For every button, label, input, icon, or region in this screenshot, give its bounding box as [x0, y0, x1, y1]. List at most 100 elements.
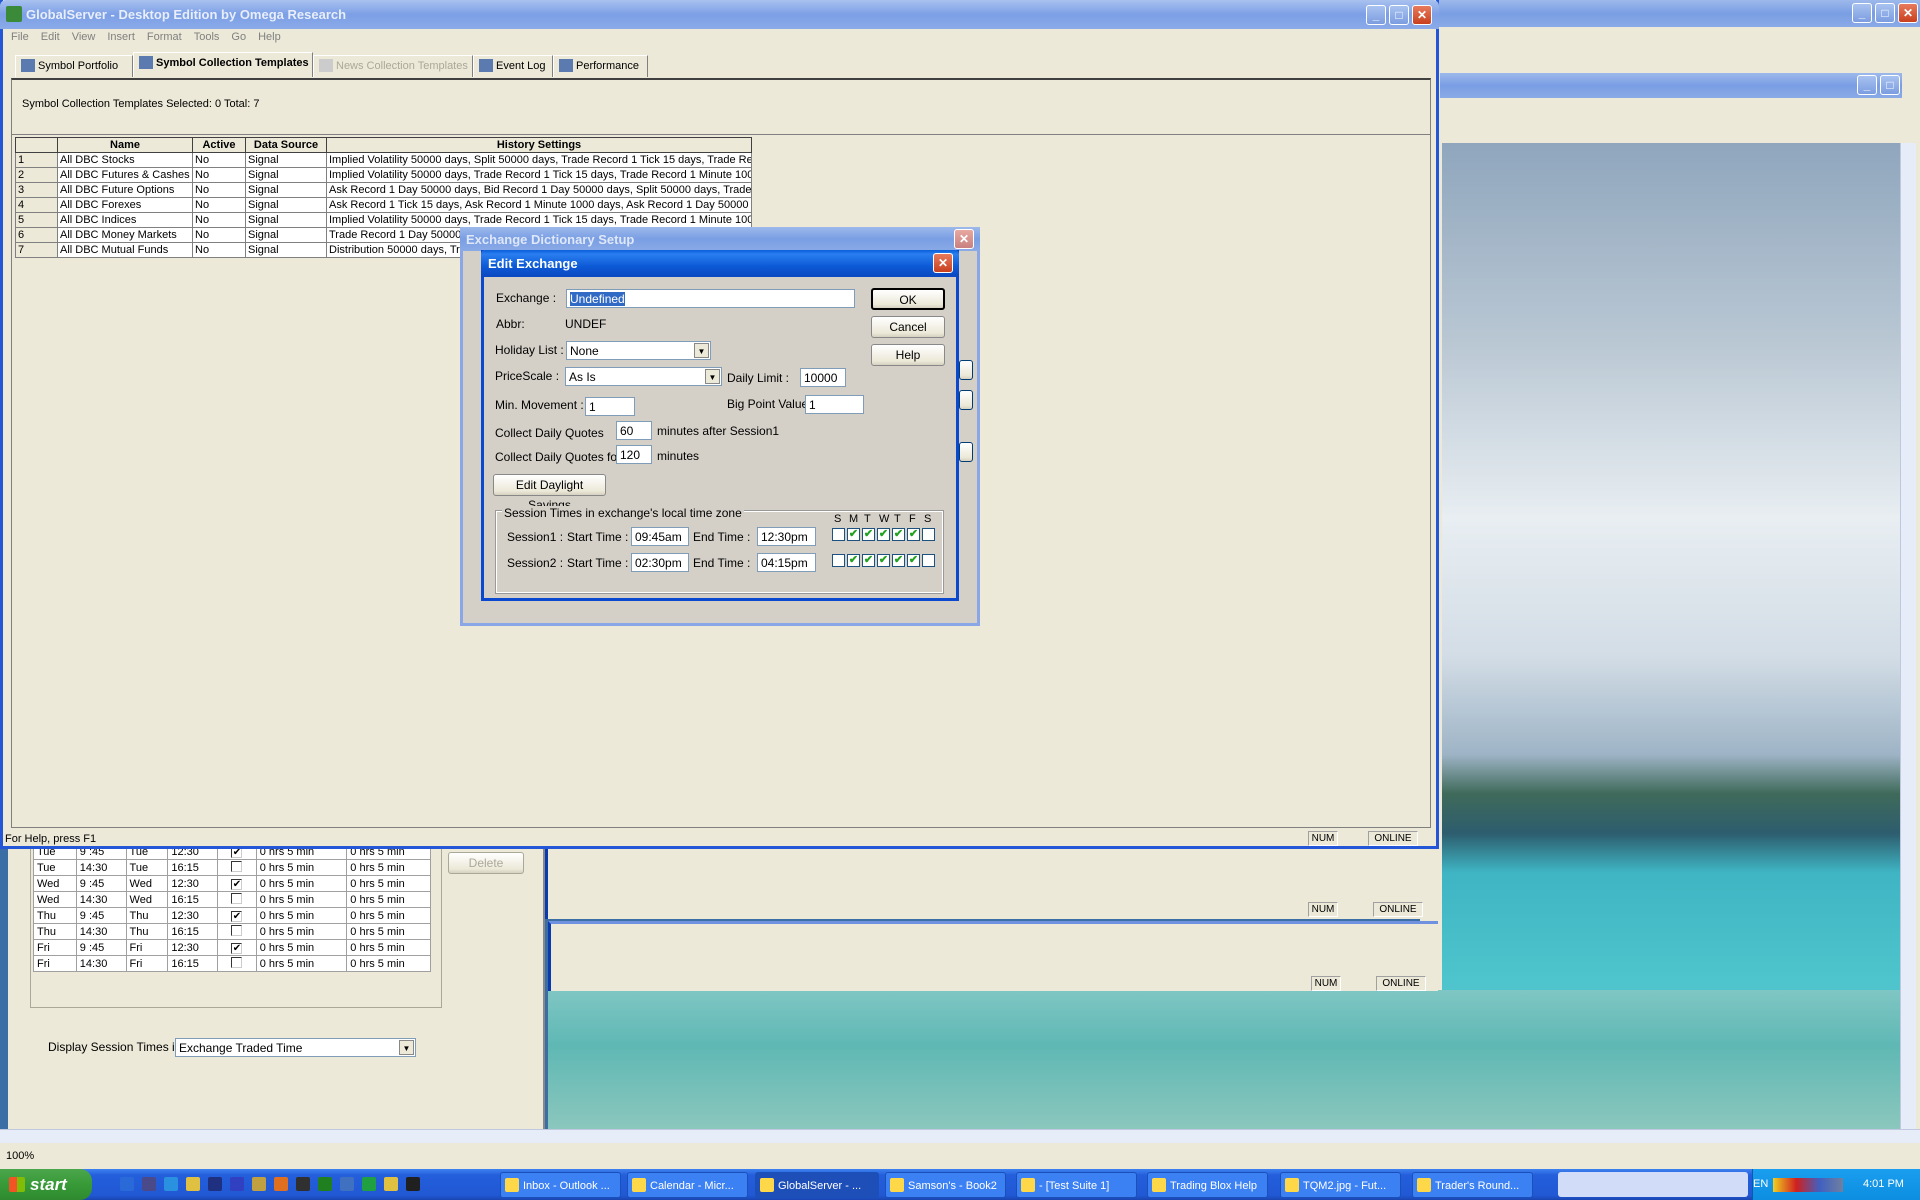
day-checkbox-checked[interactable]: ✔: [862, 554, 875, 567]
big-point-input[interactable]: 1: [805, 395, 864, 414]
day-checkbox-checked[interactable]: ✔: [907, 528, 920, 541]
tab-symbol-collection-templates[interactable]: Symbol Collection Templates: [133, 52, 313, 77]
quick-launch-icon[interactable]: [274, 1177, 288, 1191]
quick-launch-icon[interactable]: [318, 1177, 332, 1191]
minimize-icon[interactable]: _: [1857, 75, 1877, 95]
column-header[interactable]: [15, 137, 58, 153]
quick-launch-icon[interactable]: [340, 1177, 354, 1191]
taskbar-button[interactable]: Inbox - Outlook ...: [500, 1172, 621, 1198]
menu-view[interactable]: View: [72, 31, 96, 47]
quick-launch-icon[interactable]: [296, 1177, 310, 1191]
media-toolbar[interactable]: [1558, 1172, 1748, 1197]
min-movement-input[interactable]: 1: [585, 397, 635, 416]
day-checkbox-unchecked[interactable]: [922, 554, 935, 567]
collect-quotes-input[interactable]: 60: [616, 421, 652, 440]
menu-file[interactable]: File: [11, 31, 29, 47]
table-row[interactable]: 3 All DBC Future Options No Signal Ask Recor…: [15, 182, 752, 198]
daily-limit-label: Daily Limit :: [727, 371, 790, 385]
menu-format[interactable]: Format: [147, 31, 182, 47]
dict-button[interactable]: [959, 360, 973, 380]
day-checkbox-checked[interactable]: ✔: [847, 554, 860, 567]
table-row[interactable]: 2 All DBC Futures & Cashes No Signal Implied…: [15, 167, 752, 183]
day-checkbox-checked[interactable]: ✔: [877, 554, 890, 567]
tray-icons[interactable]: [1773, 1178, 1843, 1192]
delete-button[interactable]: Delete: [448, 852, 524, 874]
cancel-button[interactable]: Cancel: [871, 316, 945, 338]
day-checkbox-checked[interactable]: ✔: [892, 528, 905, 541]
quick-launch-icon[interactable]: [186, 1177, 200, 1191]
taskbar-button[interactable]: Calendar - Micr...: [627, 1172, 748, 1198]
quick-launch-icon[interactable]: [362, 1177, 376, 1191]
day-checkbox-unchecked[interactable]: [832, 554, 845, 567]
exchange-input[interactable]: Undefined: [566, 289, 855, 308]
edit-daylight-savings-button[interactable]: Edit Daylight Savings: [493, 474, 606, 512]
menu-edit[interactable]: Edit: [41, 31, 60, 47]
taskbar-button[interactable]: Trader's Round...: [1412, 1172, 1533, 1198]
language-indicator[interactable]: EN: [1753, 1178, 1768, 1190]
start-time-input[interactable]: 09:45am: [631, 527, 689, 546]
minimize-icon[interactable]: _: [1852, 3, 1872, 23]
chevron-down-icon[interactable]: ▼: [399, 1040, 414, 1055]
menu-insert[interactable]: Insert: [107, 31, 135, 47]
menu-help[interactable]: Help: [258, 31, 281, 47]
holiday-select[interactable]: None ▼: [566, 341, 711, 360]
dict-button[interactable]: [959, 442, 973, 462]
quick-launch-icon[interactable]: [208, 1177, 222, 1191]
taskbar-button[interactable]: - [Test Suite 1]: [1016, 1172, 1137, 1198]
tab-news-collection-templates[interactable]: News Collection Templates: [313, 55, 473, 77]
close-icon[interactable]: ✕: [933, 253, 953, 273]
quick-launch-icon[interactable]: [252, 1177, 266, 1191]
taskbar-button[interactable]: Samson's - Book2: [885, 1172, 1006, 1198]
tab-symbol-portfolio[interactable]: Symbol Portfolio: [15, 55, 133, 77]
chevron-down-icon[interactable]: ▼: [705, 369, 720, 384]
column-header[interactable]: Active: [192, 137, 246, 153]
quick-launch-icon[interactable]: [406, 1177, 420, 1191]
maximize-icon[interactable]: □: [1389, 5, 1409, 25]
day-checkbox-checked[interactable]: ✔: [877, 528, 890, 541]
day-checkbox-checked[interactable]: ✔: [847, 528, 860, 541]
column-header[interactable]: Name: [57, 137, 193, 153]
start-time-input[interactable]: 02:30pm: [631, 553, 689, 572]
pricescale-select[interactable]: As Is ▼: [565, 367, 722, 386]
close-icon[interactable]: ✕: [1898, 3, 1918, 23]
taskbar-button[interactable]: Trading Blox Help: [1147, 1172, 1268, 1198]
menu-tools[interactable]: Tools: [194, 31, 220, 47]
day-checkbox-checked[interactable]: ✔: [907, 554, 920, 567]
daily-limit-input[interactable]: 10000: [800, 368, 846, 387]
help-button[interactable]: Help: [871, 344, 945, 366]
column-header[interactable]: Data Source: [245, 137, 327, 153]
quick-launch-icon[interactable]: [142, 1177, 156, 1191]
tab-event-log[interactable]: Event Log: [473, 55, 553, 77]
minimize-icon[interactable]: _: [1366, 5, 1386, 25]
quick-launch-icon[interactable]: [164, 1177, 178, 1191]
quick-launch-icon[interactable]: [384, 1177, 398, 1191]
tab-performance[interactable]: Performance: [553, 55, 648, 77]
chevron-down-icon[interactable]: ▼: [694, 343, 709, 358]
end-time-input[interactable]: 04:15pm: [757, 553, 816, 572]
vertical-scrollbar[interactable]: [1900, 143, 1916, 1129]
collect-for-input[interactable]: 120: [616, 445, 652, 464]
table-row[interactable]: 1 All DBC Stocks No Signal Implied Volatilit…: [15, 152, 752, 168]
taskbar-button[interactable]: TQM2.jpg - Fut...: [1280, 1172, 1401, 1198]
maximize-icon[interactable]: □: [1875, 3, 1895, 23]
quick-launch-icon[interactable]: [230, 1177, 244, 1191]
column-header[interactable]: History Settings: [326, 137, 752, 153]
end-time-input[interactable]: 12:30pm: [757, 527, 816, 546]
maximize-icon[interactable]: □: [1880, 75, 1900, 95]
close-icon[interactable]: ✕: [954, 229, 974, 249]
day-checkbox-checked[interactable]: ✔: [892, 554, 905, 567]
horizontal-scrollbar[interactable]: [0, 1129, 1920, 1143]
table-row[interactable]: 4 All DBC Forexes No Signal Ask Record 1 Tic…: [15, 197, 752, 213]
day-checkbox-unchecked[interactable]: [922, 528, 935, 541]
ok-button[interactable]: OK: [871, 288, 945, 310]
taskbar-button[interactable]: GlobalServer - ...: [755, 1172, 879, 1198]
quick-launch-icon[interactable]: [120, 1177, 134, 1191]
day-checkbox-checked[interactable]: ✔: [862, 528, 875, 541]
menu-go[interactable]: Go: [231, 31, 246, 47]
display-session-select[interactable]: Exchange Traded Time ▼: [175, 1038, 416, 1057]
start-button[interactable]: start: [0, 1169, 92, 1200]
dict-button[interactable]: [959, 390, 973, 410]
day-checkbox-unchecked[interactable]: [832, 528, 845, 541]
table-row[interactable]: 5 All DBC Indices No Signal Implied Volatili…: [15, 212, 752, 228]
close-icon[interactable]: ✕: [1412, 5, 1432, 25]
